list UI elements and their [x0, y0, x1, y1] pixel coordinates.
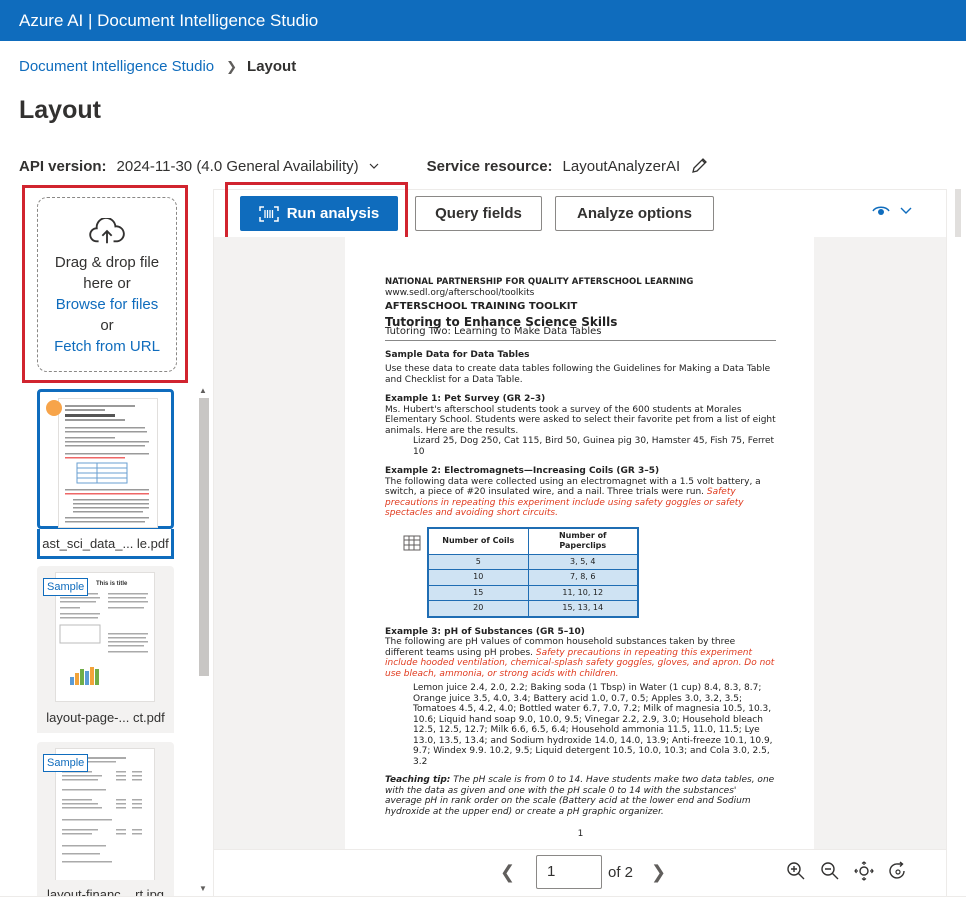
query-fields-label: Query fields	[435, 205, 522, 222]
doc-url: www.sedl.org/afterschool/toolkits	[385, 287, 535, 298]
scroll-down-icon[interactable]: ▼	[199, 884, 207, 893]
chevron-down-icon	[900, 207, 912, 214]
breadcrumb: Document Intelligence Studio ❯ Layout	[19, 58, 296, 75]
doc-section-0: Sample Data for Data Tables	[385, 349, 530, 360]
doc-org: NATIONAL PARTNERSHIP FOR QUALITY AFTERSC…	[385, 277, 694, 287]
chevron-right-icon: ❯	[226, 58, 238, 74]
doc-para-2: The following data were collected using …	[385, 477, 776, 519]
status-dot	[46, 400, 62, 416]
zoom-in-icon[interactable]	[786, 861, 806, 881]
barcode-scan-icon	[258, 205, 279, 222]
chevron-down-icon[interactable]	[369, 161, 379, 171]
bottom-edge	[0, 896, 966, 909]
doc-section-1: Example 1: Pet Survey (GR 2–3)	[385, 394, 546, 404]
sample-badge: Sample	[43, 578, 89, 596]
breadcrumb-current: Layout	[247, 58, 297, 75]
analyze-options-label: Analyze options	[576, 205, 692, 222]
service-resource-label: Service resource:	[426, 157, 553, 175]
scrollbar-thumb[interactable]	[199, 398, 209, 676]
drop-or-text: or	[100, 317, 114, 334]
cloud-upload-icon	[89, 218, 125, 244]
doc-page-number: 1	[577, 829, 584, 839]
fit-page-icon[interactable]	[854, 861, 874, 881]
file-name-2[interactable]: layout-page-... ct.pdf	[37, 703, 174, 733]
table-icon[interactable]	[403, 535, 421, 551]
run-analysis-button[interactable]: Run analysis	[240, 196, 398, 231]
document-page: NATIONAL PARTNERSHIP FOR QUALITY AFTERSC…	[345, 237, 814, 849]
table-cell: 7, 8, 6	[527, 569, 639, 586]
table-cell: 10	[427, 569, 529, 586]
table-header: Number of Coils	[427, 527, 529, 555]
app-title: Azure AI | Document Intelligence Studio	[19, 11, 319, 30]
scroll-up-icon[interactable]: ▲	[199, 386, 207, 395]
doc-para-1: Ms. Hubert's afterschool students took a…	[385, 404, 776, 436]
file-thumbnail-3[interactable]: Sample	[37, 742, 174, 896]
view-options-dropdown[interactable]	[872, 205, 912, 217]
page-title: Layout	[19, 96, 101, 124]
doc-tip-label: Teaching tip:	[385, 775, 451, 785]
api-version-label: API version:	[19, 157, 107, 175]
table-cell: 20	[427, 600, 529, 617]
app-title-bar: Azure AI | Document Intelligence Studio	[0, 0, 966, 41]
doc-para-3b: Lemon juice 2.4, 2.0, 2.2; Baking soda (…	[413, 683, 773, 767]
doc-subheading: Tutoring Two: Learning to Make Data Tabl…	[385, 326, 776, 341]
doc-section-2: Example 2: Electromagnets—Increasing Coi…	[385, 466, 660, 476]
breadcrumb-root-link[interactable]: Document Intelligence Studio	[19, 58, 214, 75]
table-row: 15 11, 10, 12	[427, 584, 639, 601]
file-drop-zone[interactable]: Drag & drop file here or Browse for file…	[37, 197, 177, 372]
prev-page-icon[interactable]: ❮	[500, 862, 515, 883]
eye-icon	[872, 206, 890, 215]
edit-pencil-icon[interactable]	[690, 157, 708, 175]
table-cell: 11, 10, 12	[527, 584, 639, 601]
file-name-3[interactable]: layout-financ... rt.jpg	[37, 880, 174, 896]
rotate-icon[interactable]	[888, 861, 908, 881]
document-viewer: NATIONAL PARTNERSHIP FOR QUALITY AFTERSC…	[213, 237, 946, 849]
page-number-input[interactable]: 1	[536, 855, 602, 889]
table-row: 10 7, 8, 6	[427, 569, 639, 586]
table-cell: 5	[427, 553, 529, 570]
table-row: 5 3, 5, 4	[427, 553, 639, 570]
right-panel-edge	[946, 189, 966, 896]
drop-text-2: here or	[83, 275, 131, 292]
file-list: ast_sci_data_... le.pdf This is title Sa…	[22, 386, 212, 896]
drop-text-1: Drag & drop file	[54, 254, 160, 271]
browse-files-link[interactable]: Browse for files	[38, 294, 176, 315]
zoom-out-icon[interactable]	[820, 861, 840, 881]
api-version-dropdown[interactable]: 2024-11-30 (4.0 General Availability)	[117, 158, 359, 175]
doc-para-1b: Lizard 25, Dog 250, Cat 115, Bird 50, Gu…	[413, 436, 775, 457]
fetch-url-link[interactable]: Fetch from URL	[38, 336, 176, 357]
thumbnail-preview	[65, 405, 149, 523]
file-thumbnail-1[interactable]	[37, 389, 174, 529]
doc-table-wrap: Number of Coils Number of Paperclips 5 3, …	[385, 526, 776, 618]
file-name-1[interactable]: ast_sci_data_... le.pdf	[37, 529, 174, 559]
doc-para-2-text: The following data were collected using …	[385, 476, 761, 498]
doc-para-3: The following are pH values of common ho…	[385, 637, 776, 679]
viewer-tools	[786, 861, 908, 881]
page-total: of 2	[608, 863, 634, 881]
table-cell: 15	[427, 584, 529, 601]
table-row: 20 15, 13, 14	[427, 600, 639, 617]
service-resource-value: LayoutAnalyzerAI	[562, 157, 681, 175]
settings-row: API version: 2024-11-30 (4.0 General Ava…	[19, 157, 708, 175]
doc-data-table: Number of Coils Number of Paperclips 5 3, …	[427, 526, 639, 618]
thumbnail-title: This is title	[96, 581, 128, 587]
pager: ❮ 1 of 2 ❯	[500, 855, 666, 889]
analyze-options-button[interactable]: Analyze options	[555, 196, 714, 231]
run-analysis-label: Run analysis	[286, 205, 380, 222]
table-cell: 3, 5, 4	[527, 553, 639, 570]
thumbnail-page	[58, 398, 158, 528]
doc-section-3: Example 3: pH of Substances (GR 5–10)	[385, 626, 585, 637]
file-list-scrollbar[interactable]: ▲ ▼	[197, 386, 211, 896]
next-page-icon[interactable]: ❯	[651, 862, 666, 883]
sample-badge: Sample	[43, 754, 89, 772]
table-cell: 15, 13, 14	[527, 600, 639, 617]
table-header: Number of Paperclips	[527, 527, 639, 555]
doc-kit: AFTERSCHOOL TRAINING TOOLKIT	[385, 301, 578, 312]
query-fields-button[interactable]: Query fields	[415, 196, 542, 231]
doc-tip: Teaching tip: The pH scale is from 0 to …	[385, 775, 776, 817]
doc-para-0: Use these data to create data tables fol…	[385, 364, 771, 385]
file-thumbnail-2[interactable]: This is title Sample	[37, 566, 174, 706]
